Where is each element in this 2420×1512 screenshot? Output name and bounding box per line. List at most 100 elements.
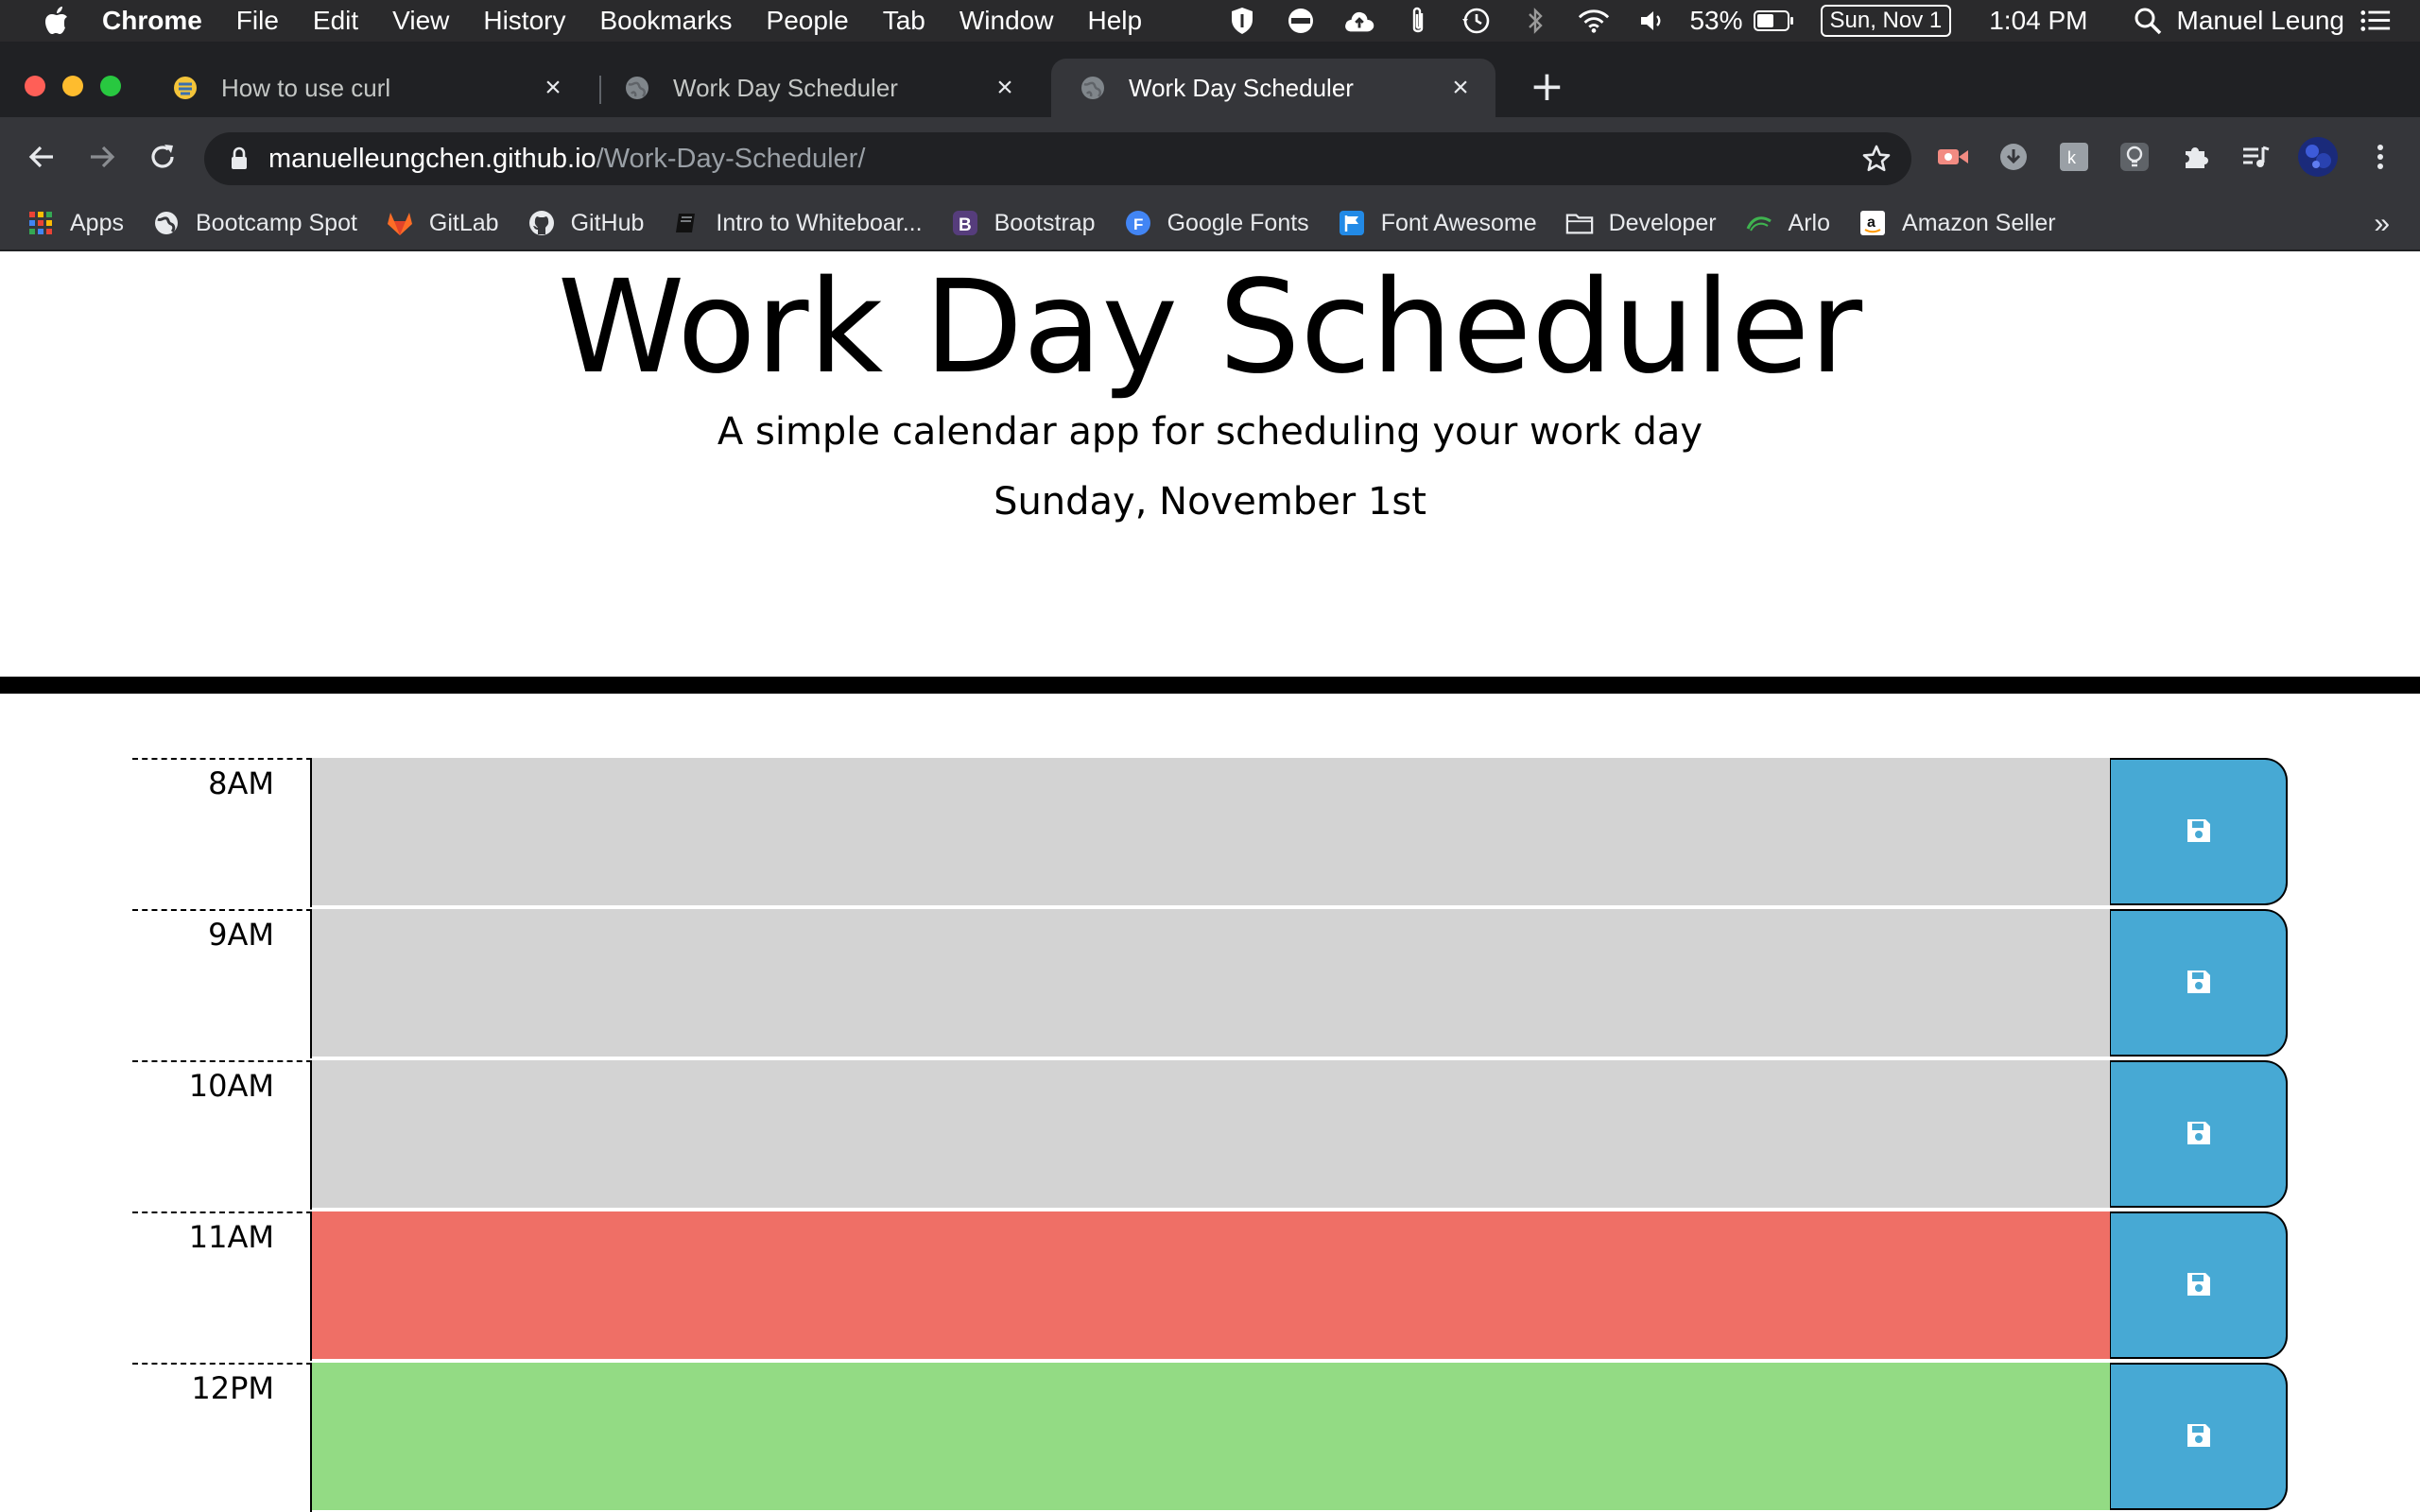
back-arrow-icon[interactable]	[21, 136, 62, 178]
event-description-textarea[interactable]	[312, 909, 2110, 1058]
menu-history[interactable]: History	[483, 6, 565, 36]
macos-menu-bar: Chrome File Edit View History Bookmarks …	[0, 0, 2420, 42]
spotlight-search-icon[interactable]	[2132, 5, 2164, 37]
tab-title: Work Day Scheduler	[673, 73, 898, 102]
bookmark-intro-to-whiteboarding[interactable]: Intro to Whiteboar...	[672, 209, 923, 237]
bookmark-github[interactable]: GitHub	[527, 209, 644, 237]
tab-close-icon[interactable]: ×	[991, 72, 1019, 103]
menu-tab[interactable]: Tab	[883, 6, 925, 36]
bookmark-arlo[interactable]: Arlo	[1745, 209, 1830, 237]
tab-close-icon[interactable]: ×	[1446, 72, 1475, 103]
new-tab-plus-icon[interactable]: +	[1530, 66, 1564, 108]
bookmark-gitlab[interactable]: GitLab	[386, 209, 499, 237]
bookmark-star-icon[interactable]	[1860, 143, 1893, 175]
reload-icon[interactable]	[142, 136, 183, 178]
lightbulb-extension-icon[interactable]	[2118, 140, 2152, 174]
globe-icon	[1080, 75, 1106, 101]
bookmark-label: Bootcamp Spot	[195, 209, 357, 236]
menu-app-name[interactable]: Chrome	[102, 6, 202, 36]
clock[interactable]: 1:04 PM	[1989, 6, 2087, 36]
tab-close-icon[interactable]: ×	[539, 72, 567, 103]
volume-icon[interactable]	[1636, 5, 1668, 37]
paperclip-icon[interactable]	[1402, 5, 1434, 37]
amazon-logo-icon: a	[1858, 209, 1887, 237]
page-lead: A simple calendar app for scheduling you…	[717, 410, 1703, 454]
lock-icon[interactable]	[225, 145, 253, 173]
browser-tab-strip: How to use curl × Work Day Scheduler × W…	[0, 42, 2420, 117]
bookmark-google-fonts[interactable]: F Google Fonts	[1124, 209, 1309, 237]
event-description-textarea[interactable]	[312, 758, 2110, 907]
menu-file[interactable]: File	[236, 6, 279, 36]
bookmark-font-awesome[interactable]: Font Awesome	[1338, 209, 1537, 237]
address-bar[interactable]: manuelleungchen.github.io/Work-Day-Sched…	[204, 132, 1911, 185]
bookmark-label: Apps	[70, 209, 124, 236]
bookmarks-overflow-chevron-icon[interactable]: »	[2374, 208, 2390, 240]
tab-work-day-scheduler-1[interactable]: Work Day Scheduler ×	[596, 59, 1040, 117]
tab-work-day-scheduler-active[interactable]: Work Day Scheduler ×	[1051, 59, 1495, 117]
chrome-menu-kebab-icon[interactable]	[2363, 140, 2397, 174]
bookmark-amazon-seller[interactable]: a Amazon Seller	[1858, 209, 2056, 237]
apple-menu-icon[interactable]	[36, 0, 78, 42]
save-button[interactable]	[2110, 758, 2288, 905]
save-button[interactable]	[2110, 1060, 2288, 1208]
bookmark-developer-folder[interactable]: Developer	[1565, 209, 1717, 237]
maximize-window-button[interactable]	[100, 76, 121, 96]
curl-favicon-icon	[172, 75, 199, 101]
extensions-puzzle-icon[interactable]	[2178, 140, 2212, 174]
bookmark-label: Font Awesome	[1380, 209, 1537, 236]
do-not-disturb-icon[interactable]	[1285, 5, 1317, 37]
bookmark-bootstrap[interactable]: B Bootstrap	[951, 209, 1096, 237]
hour-label: 12PM	[132, 1363, 312, 1512]
bluetooth-icon[interactable]	[1519, 5, 1551, 37]
date-indicator[interactable]: Sun, Nov 1	[1820, 5, 1952, 37]
floppy-disk-save-icon	[2185, 968, 2213, 999]
menu-window[interactable]: Window	[959, 6, 1054, 36]
hour-label: 8AM	[132, 758, 312, 907]
cloud-upload-icon[interactable]	[1343, 5, 1375, 37]
bookmark-label: Arlo	[1788, 209, 1831, 236]
user-name[interactable]: Manuel Leung	[2177, 6, 2344, 36]
save-button[interactable]	[2110, 909, 2288, 1057]
url-host: manuelleungchen.github.io	[268, 143, 596, 174]
bookmark-apps[interactable]: Apps	[26, 209, 124, 237]
menu-bookmarks[interactable]: Bookmarks	[599, 6, 732, 36]
grammar-extension-icon[interactable]: k	[2057, 140, 2091, 174]
event-description-textarea[interactable]	[312, 1211, 2110, 1361]
event-description-textarea[interactable]	[312, 1363, 2110, 1512]
github-octocat-icon	[527, 209, 556, 237]
profile-avatar[interactable]	[2297, 136, 2339, 178]
save-button[interactable]	[2110, 1363, 2288, 1510]
media-queue-icon[interactable]	[2238, 140, 2273, 174]
menu-help[interactable]: Help	[1087, 6, 1142, 36]
menu-view[interactable]: View	[392, 6, 449, 36]
folder-icon	[1565, 209, 1594, 237]
battery-icon[interactable]	[1753, 5, 1796, 37]
tab-how-to-use-curl[interactable]: How to use curl ×	[144, 59, 588, 117]
menu-people[interactable]: People	[767, 6, 849, 36]
shield-icon[interactable]	[1226, 5, 1258, 37]
minimize-window-button[interactable]	[62, 76, 83, 96]
globe-icon	[152, 209, 181, 237]
tab-title: Work Day Scheduler	[1129, 73, 1354, 102]
wifi-icon[interactable]	[1578, 5, 1610, 37]
close-window-button[interactable]	[25, 76, 45, 96]
save-button[interactable]	[2110, 1211, 2288, 1359]
font-awesome-flag-icon	[1338, 209, 1366, 237]
hour-label: 9AM	[132, 909, 312, 1058]
current-day: Sunday, November 1st	[994, 480, 1426, 524]
menu-edit[interactable]: Edit	[313, 6, 358, 36]
status-tray: 53% Sun, Nov 1 1:04 PM Manuel Leung	[1200, 0, 2392, 42]
control-center-icon[interactable]	[2360, 5, 2392, 37]
bookmark-label: Intro to Whiteboar...	[716, 209, 923, 236]
bootstrap-logo-icon: B	[951, 209, 979, 237]
svg-text:F: F	[1133, 215, 1143, 233]
event-description-textarea[interactable]	[312, 1060, 2110, 1210]
browser-toolbar: manuelleungchen.github.io/Work-Day-Sched…	[0, 117, 2420, 197]
header-divider	[0, 677, 2420, 694]
screen-recorder-extension-icon[interactable]	[1936, 140, 1970, 174]
url-path: /Work-Day-Scheduler/	[596, 143, 866, 174]
time-machine-icon[interactable]	[1461, 5, 1493, 37]
download-extension-icon[interactable]	[1996, 140, 2031, 174]
forward-arrow-icon[interactable]	[81, 136, 123, 178]
bookmark-bootcamp-spot[interactable]: Bootcamp Spot	[152, 209, 357, 237]
